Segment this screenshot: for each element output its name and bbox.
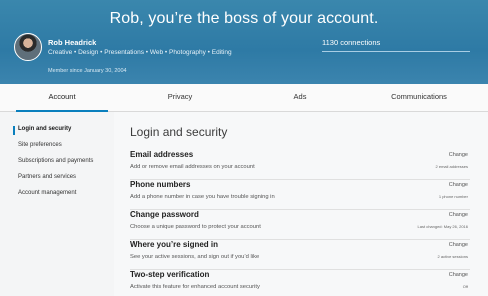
page-title: Rob, you’re the boss of your account. xyxy=(109,10,379,27)
setting-email[interactable]: Email addresses Add or remove email addr… xyxy=(130,150,470,180)
divider xyxy=(322,51,470,52)
tab-label: Privacy xyxy=(167,92,193,101)
change-link[interactable]: Change xyxy=(449,212,468,218)
change-link[interactable]: Change xyxy=(449,242,468,248)
setting-sessions[interactable]: Where you’re signed in See your active s… xyxy=(130,240,470,270)
tab-label: Account xyxy=(48,92,76,101)
profile-name[interactable]: Rob Headrick xyxy=(48,38,96,47)
setting-password[interactable]: Change password Choose a unique password… xyxy=(130,210,470,240)
avatar[interactable] xyxy=(14,33,42,61)
setting-title: Where you’re signed in xyxy=(130,240,219,249)
setting-status: Last changed: May 26, 2016 xyxy=(417,224,468,229)
setting-status: 2 email addresses xyxy=(435,164,468,169)
tab-communications[interactable]: Communications xyxy=(364,84,474,112)
connections-link[interactable]: 1130 connections xyxy=(322,38,380,47)
setting-description: Add a phone number in case you have trou… xyxy=(130,194,275,200)
tab-privacy[interactable]: Privacy xyxy=(130,84,230,112)
setting-status: Off xyxy=(462,284,468,289)
tab-ads[interactable]: Ads xyxy=(250,84,350,112)
section-title: Login and security xyxy=(130,125,228,139)
profile-header: Rob, you’re the boss of your account. Ro… xyxy=(0,0,488,84)
setting-two-step[interactable]: Two-step verification Activate this feat… xyxy=(130,270,470,296)
change-link[interactable]: Change xyxy=(449,272,468,278)
settings-tabs: Account Privacy Ads Communications xyxy=(0,84,488,112)
setting-status: 2 active sessions xyxy=(437,254,468,259)
setting-description: Add or remove email addresses on your ac… xyxy=(130,164,255,170)
setting-status: 1 phone number xyxy=(438,194,468,199)
sidebar-item-subscriptions[interactable]: Subscriptions and payments xyxy=(18,158,93,164)
setting-phone[interactable]: Phone numbers Add a phone number in case… xyxy=(130,180,470,210)
setting-title: Phone numbers xyxy=(130,180,191,189)
setting-description: See your active sessions, and sign out i… xyxy=(130,254,260,260)
setting-description: Choose a unique password to protect your… xyxy=(130,224,261,230)
setting-title: Email addresses xyxy=(130,150,194,159)
sidebar-item-login-security[interactable]: Login and security xyxy=(18,126,71,132)
sidebar-item-site-preferences[interactable]: Site preferences xyxy=(18,142,62,148)
sidebar-active-indicator xyxy=(13,126,15,135)
profile-headline: Creative • Design • Presentations • Web … xyxy=(48,49,232,56)
sidebar xyxy=(0,112,114,296)
setting-title: Two-step verification xyxy=(130,270,210,279)
tab-account[interactable]: Account xyxy=(12,84,112,112)
change-link[interactable]: Change xyxy=(449,182,468,188)
tab-label: Ads xyxy=(293,92,307,101)
member-since: Member since January 30, 2004 xyxy=(48,68,127,74)
change-link[interactable]: Change xyxy=(449,152,468,158)
sidebar-item-account-management[interactable]: Account management xyxy=(18,190,76,196)
setting-description: Activate this feature for enhanced accou… xyxy=(130,284,260,290)
sidebar-item-partners[interactable]: Partners and services xyxy=(18,174,76,180)
tab-label: Communications xyxy=(391,92,447,101)
setting-title: Change password xyxy=(130,210,199,219)
